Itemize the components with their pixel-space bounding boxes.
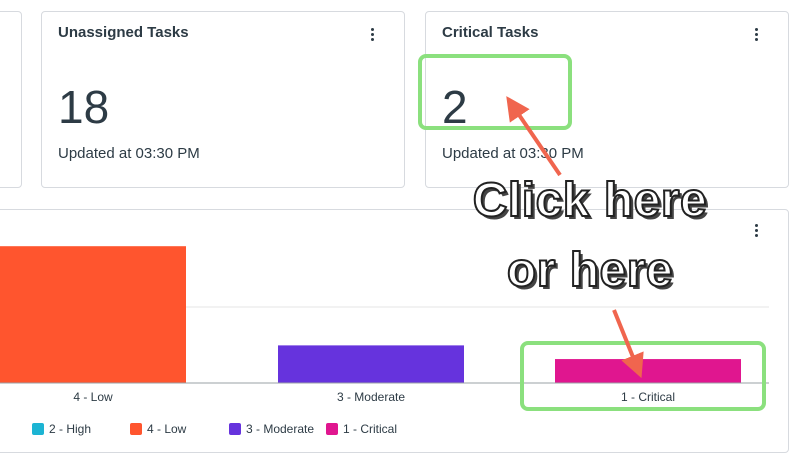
- legend-item-high[interactable]: 2 - High: [32, 422, 91, 436]
- bar-low[interactable]: [0, 246, 186, 383]
- legend-item-moderate[interactable]: 3 - Moderate: [229, 422, 314, 436]
- callout-line-1: Click here: [472, 173, 708, 228]
- legend-swatch: [229, 423, 241, 435]
- legend-item-critical[interactable]: 1 - Critical: [326, 422, 397, 436]
- legend-label: 1 - Critical: [343, 422, 398, 436]
- legend-label: 3 - Moderate: [246, 422, 315, 436]
- legend-swatch: [32, 423, 44, 435]
- bar-moderate[interactable]: [278, 345, 464, 383]
- legend-swatch: [130, 423, 142, 435]
- legend-label: 2 - High: [49, 422, 92, 436]
- x-tick-label: 3 - Moderate: [337, 390, 405, 404]
- callout-line-2: or here: [506, 243, 674, 298]
- x-tick-label: 4 - Low: [73, 390, 113, 404]
- legend-swatch: [326, 423, 338, 435]
- legend-item-low[interactable]: 4 - Low: [130, 422, 186, 436]
- critical-bar-highlight[interactable]: [520, 341, 766, 411]
- legend-label: 4 - Low: [147, 422, 187, 436]
